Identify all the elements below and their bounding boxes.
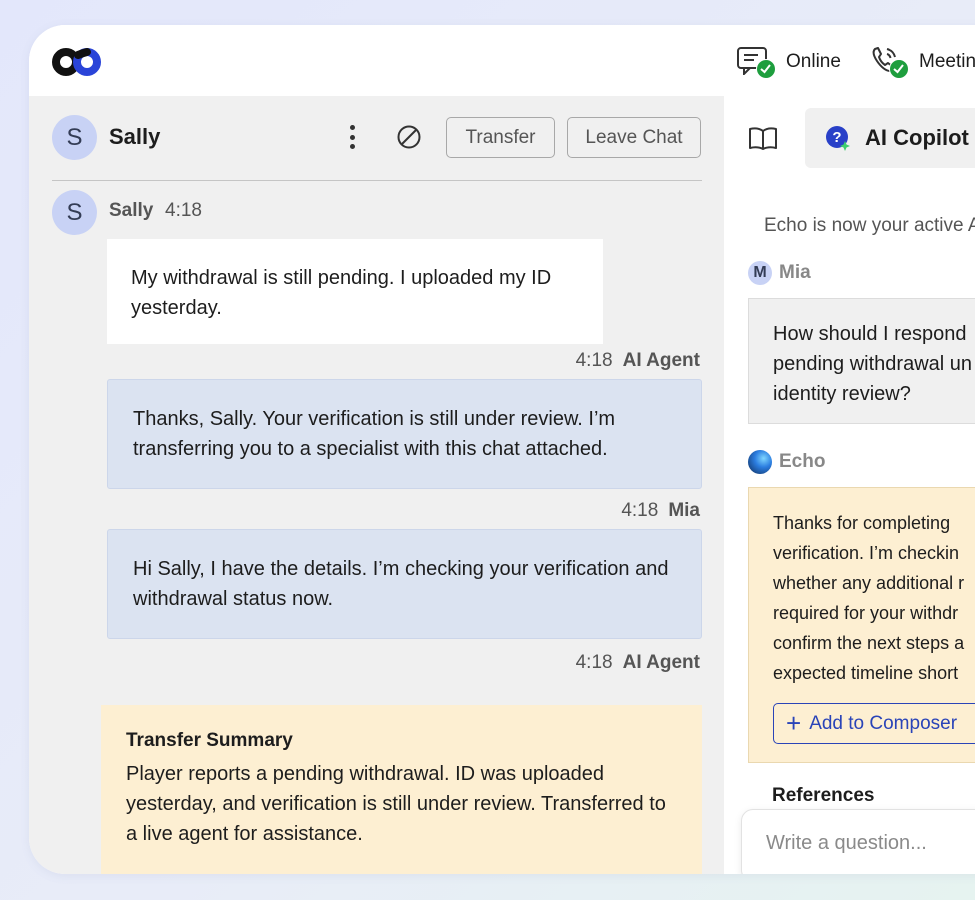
answer-sender: Echo: [748, 450, 825, 474]
answer-line: required for your withdr: [773, 603, 959, 623]
question-sender-name: Mia: [779, 262, 811, 283]
answer-line: expected timeline short: [773, 663, 959, 683]
question-line: How should I respond: [773, 323, 967, 345]
customer-message: My withdrawal is still pending. I upload…: [107, 239, 603, 344]
copilot-answer: Thanks for completing verification. I’m …: [748, 487, 975, 763]
top-bar: Online Meetin: [29, 25, 975, 96]
sender-avatar: S: [52, 190, 97, 235]
phone-status-icon: [869, 45, 909, 79]
mini-avatar: M: [748, 261, 772, 285]
meeting-check-icon: [889, 59, 909, 79]
chat-pane: S Sally Transfer Leave Chat S Sally 4:18…: [29, 96, 724, 874]
message-meta: 4:18 AI Agent: [576, 652, 700, 674]
contact-avatar: S: [52, 115, 97, 160]
question-composer: [741, 809, 975, 874]
references-heading: References: [772, 785, 875, 806]
answer-line: verification. I’m checkin: [773, 543, 960, 563]
tab-ai-copilot-label: AI Copilot: [865, 125, 969, 150]
summary-title: Transfer Summary: [126, 730, 293, 751]
book-icon[interactable]: [748, 127, 782, 157]
status-online-label: Online: [786, 51, 841, 72]
ai-agent-message: Thanks, Sally. Your verification is stil…: [107, 379, 702, 489]
message-time: 4:18: [575, 350, 613, 371]
echo-avatar-icon: [748, 450, 772, 474]
copilot-notice: Echo is now your active AI: [764, 215, 975, 236]
add-to-composer-label: Add to Composer: [809, 712, 958, 734]
question-sender: M Mia: [748, 261, 811, 285]
transfer-summary-card: Transfer Summary Player reports a pendin…: [101, 705, 702, 874]
answer-sender-name: Echo: [779, 451, 826, 472]
kebab-menu-icon[interactable]: [342, 121, 362, 153]
message-sender: Mia: [668, 500, 700, 521]
status-meeting[interactable]: Meetin: [869, 45, 975, 79]
summary-text: Player reports a pending withdrawal. ID …: [126, 763, 666, 845]
copilot-pane: ? AI Copilot Echo is now your active AI …: [724, 96, 975, 874]
copilot-question: How should I respond pending withdrawal …: [748, 298, 975, 424]
message-time: 4:18: [165, 200, 202, 221]
agent-message: Hi Sally, I have the details. I’m checki…: [107, 529, 702, 639]
plus-icon: +: [786, 707, 802, 738]
message-sender: AI Agent: [622, 652, 700, 673]
question-line: pending withdrawal un: [773, 353, 973, 375]
message-time: 4:18: [575, 652, 613, 673]
message-time: 4:18: [621, 500, 659, 521]
chat-header: S Sally Transfer Leave Chat: [52, 115, 702, 181]
answer-line: whether any additional r: [773, 573, 965, 593]
online-check-icon: [756, 59, 776, 79]
add-to-composer-button[interactable]: + Add to Composer: [773, 703, 975, 744]
transfer-button[interactable]: Transfer: [446, 117, 555, 158]
tab-ai-copilot[interactable]: ? AI Copilot: [805, 108, 975, 168]
answer-line: Thanks for completing: [773, 513, 951, 533]
contact-name: Sally: [109, 124, 161, 149]
status-online[interactable]: Online: [736, 45, 841, 79]
answer-line: confirm the next steps a: [773, 633, 965, 653]
svg-text:?: ?: [832, 129, 841, 146]
app-window: Online Meetin S Sally Transfer Leave Cha…: [29, 25, 975, 874]
chat-status-icon: [736, 45, 776, 79]
message-sender: Sally: [109, 200, 154, 221]
message-sender: AI Agent: [622, 350, 700, 371]
question-input[interactable]: [766, 832, 975, 855]
status-meeting-label: Meetin: [919, 51, 975, 72]
block-icon[interactable]: [396, 124, 422, 150]
copilot-icon: ?: [826, 126, 850, 151]
question-line: identity review?: [773, 383, 911, 405]
message-meta: 4:18 Mia: [621, 500, 700, 522]
leave-chat-button[interactable]: Leave Chat: [567, 117, 701, 158]
infinity-logo-icon[interactable]: [52, 47, 102, 82]
message-meta: 4:18 AI Agent: [576, 350, 700, 372]
